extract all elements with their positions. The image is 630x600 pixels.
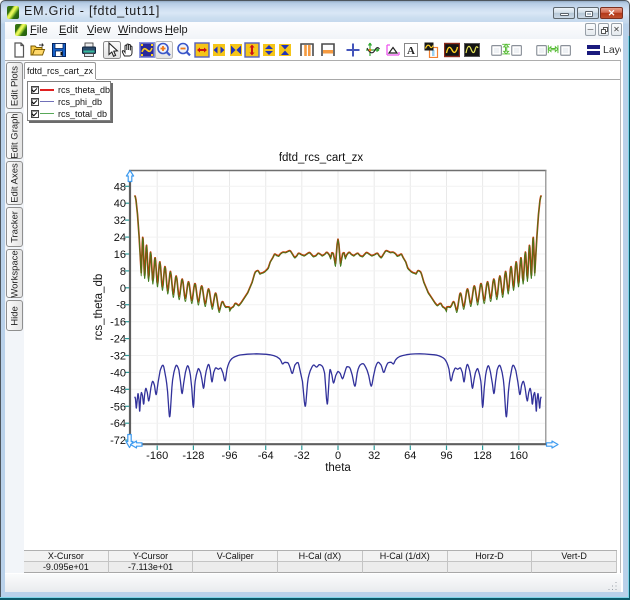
svg-text:8: 8: [120, 266, 126, 278]
svg-text:32: 32: [368, 450, 380, 462]
svg-text:0: 0: [335, 450, 341, 462]
svg-text:-32: -32: [294, 450, 310, 462]
svg-text:theta: theta: [325, 462, 351, 474]
svg-text:-8: -8: [116, 300, 126, 312]
svg-text:fdtd_rcs_cart_zx: fdtd_rcs_cart_zx: [279, 152, 364, 164]
svg-text:64: 64: [404, 450, 416, 462]
svg-text:0: 0: [120, 283, 126, 295]
svg-text:48: 48: [114, 181, 126, 193]
svg-text:-40: -40: [110, 367, 126, 379]
svg-text:-72: -72: [110, 435, 126, 447]
svg-text:-160: -160: [146, 450, 168, 462]
svg-text:16: 16: [114, 249, 126, 261]
svg-text:-96: -96: [222, 450, 238, 462]
svg-text:-24: -24: [110, 334, 126, 346]
svg-text:-16: -16: [110, 317, 126, 329]
svg-text:32: 32: [114, 215, 126, 227]
svg-text:24: 24: [114, 232, 126, 244]
svg-text:rcs_theta_db: rcs_theta_db: [93, 274, 105, 341]
svg-text:-48: -48: [110, 384, 126, 396]
svg-text:160: 160: [510, 450, 528, 462]
svg-text:-128: -128: [182, 450, 204, 462]
svg-text:128: 128: [473, 450, 491, 462]
svg-text:-64: -64: [258, 450, 274, 462]
svg-text:-32: -32: [110, 351, 126, 363]
svg-text:40: 40: [114, 198, 126, 210]
svg-text:-56: -56: [110, 401, 126, 413]
svg-text:-64: -64: [110, 418, 126, 430]
svg-text:96: 96: [440, 450, 452, 462]
